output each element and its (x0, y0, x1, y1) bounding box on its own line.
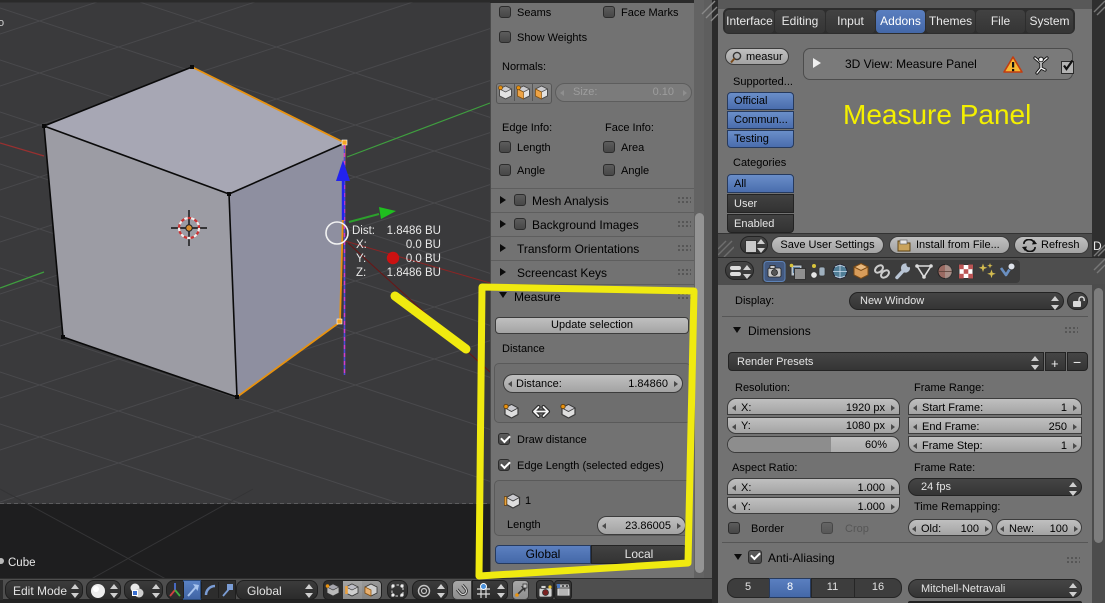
svg-text:0.0 BU: 0.0 BU (406, 239, 441, 251)
svg-text:1.8486 BU: 1.8486 BU (387, 267, 441, 279)
svg-text:0.0 BU: 0.0 BU (406, 253, 441, 265)
svg-text:Z:: Z: (356, 267, 366, 279)
svg-text:Y:: Y: (356, 253, 366, 265)
svg-text:Cube: Cube (8, 557, 36, 569)
svg-text:Dist:: Dist: (352, 225, 375, 237)
svg-text:X:: X: (356, 239, 367, 251)
svg-text:o: o (0, 17, 4, 29)
svg-text:1.8486 BU: 1.8486 BU (387, 225, 441, 237)
